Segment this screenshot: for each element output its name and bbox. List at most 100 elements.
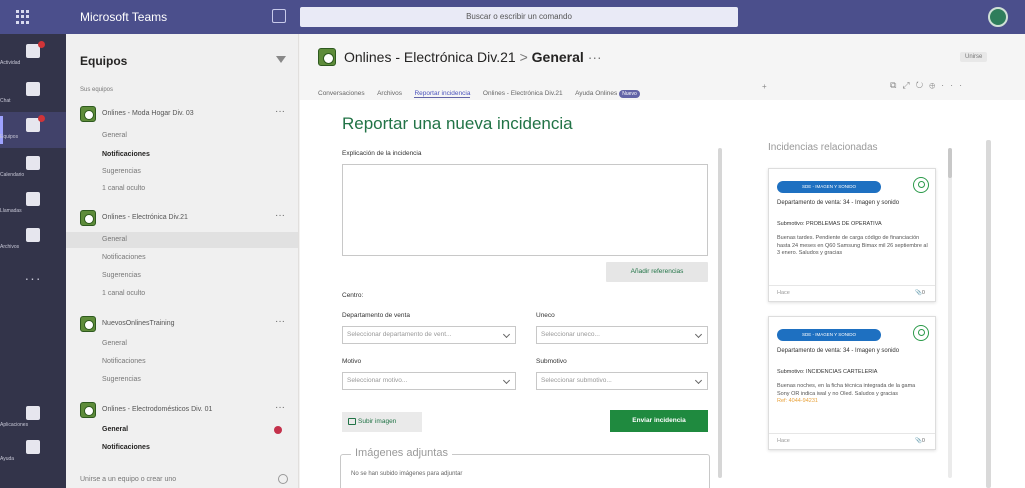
bell-icon <box>26 41 45 58</box>
channel-item[interactable]: Sugerencias <box>102 376 141 383</box>
more-options-icon[interactable]: ··· <box>275 210 285 221</box>
team-logo-icon <box>80 402 96 418</box>
attached-images-legend: Imágenes adjuntas <box>351 447 452 459</box>
tab-team-site[interactable]: Onlines - Electrónica Div.21 <box>483 90 563 97</box>
channel-item[interactable]: Notificaciones <box>102 358 146 365</box>
dept-select[interactable]: Seleccionar departamento de vent... <box>342 326 516 344</box>
channel-item[interactable]: Sugerencias <box>102 272 141 279</box>
related-card[interactable]: SDE - IMAGEN Y SONIDO Departamento de ve… <box>768 168 936 302</box>
channel-item[interactable]: General <box>102 132 127 139</box>
explanation-label: Explicación de la incidencia <box>342 150 422 157</box>
hidden-channels-link[interactable]: 1 canal oculto <box>102 290 145 297</box>
files-icon <box>26 228 40 242</box>
compose-icon[interactable] <box>272 9 286 23</box>
dept-label: Departamento de venta <box>342 312 410 319</box>
team-logo-icon <box>80 106 96 122</box>
uneco-select[interactable]: Seleccionar uneco... <box>536 326 708 344</box>
rail-item-teams[interactable]: Equipos <box>0 112 66 148</box>
channel-item-active[interactable]: General <box>66 232 298 248</box>
related-card[interactable]: SDE - IMAGEN Y SONIDO Departamento de ve… <box>768 316 936 450</box>
channel-item[interactable]: Notificaciones <box>102 151 150 158</box>
rail-item-help[interactable]: Ayuda <box>0 434 66 470</box>
team-item[interactable]: Onlines - Electrodomésticos Div. 01 ··· <box>80 402 290 420</box>
tab-conversations[interactable]: Conversaciones <box>318 90 365 97</box>
chevron-down-icon <box>694 330 703 339</box>
rail-item-activity[interactable]: Actividad <box>0 38 66 74</box>
channel-item[interactable]: General <box>102 426 128 433</box>
apps-icon <box>26 406 40 420</box>
chevron-down-icon <box>502 376 511 385</box>
chat-icon <box>26 82 40 96</box>
add-references-button[interactable]: Añadir referencias <box>606 262 708 282</box>
tab-help[interactable]: Ayuda Onlines Nuevo <box>575 90 640 98</box>
rail-item-chat[interactable]: Chat <box>0 76 66 112</box>
form-title: Reportar una nueva incidencia <box>342 114 573 133</box>
category-badge: SDE - IMAGEN Y SONIDO <box>777 181 881 193</box>
team-item[interactable]: Onlines - Moda Hogar Div. 03 ··· <box>80 106 290 124</box>
more-options-icon[interactable]: ··· <box>275 106 285 117</box>
team-logo-icon <box>80 316 96 332</box>
form-scrollbar[interactable] <box>718 148 722 478</box>
channel-item[interactable]: Notificaciones <box>102 254 146 261</box>
team-item[interactable]: Onlines - Electrónica Div.21 ··· <box>80 210 290 228</box>
motivo-select[interactable]: Seleccionar motivo... <box>342 372 516 390</box>
channel-item[interactable]: Notificaciones <box>102 444 150 451</box>
more-options-icon[interactable]: ··· <box>275 402 285 413</box>
submotivo-label: Submotivo <box>536 358 567 365</box>
app-rail: Actividad Chat Equipos Calendario Llamad… <box>0 34 66 488</box>
main-area: Onlines - Electrónica Div.21 > General ·… <box>300 34 1025 488</box>
gear-icon[interactable] <box>278 474 288 484</box>
join-team-link[interactable]: Unirse a un equipo o crear uno <box>80 476 176 483</box>
attachment-count: 📎0 <box>915 290 925 296</box>
app-launcher-icon[interactable] <box>16 10 30 24</box>
alert-icon <box>274 426 282 434</box>
avatar[interactable] <box>988 7 1008 27</box>
attached-images-empty: No se han subido imágenes para adjuntar <box>351 471 463 477</box>
title-bar: Microsoft Teams Buscar o escribir un com… <box>0 0 1025 34</box>
rail-item-calls[interactable]: Llamadas <box>0 186 66 222</box>
related-panel: Incidencias relacionadas SDE - IMAGEN Y … <box>750 100 972 488</box>
related-scroll-track[interactable] <box>948 148 952 478</box>
tab-files[interactable]: Archivos <box>377 90 402 97</box>
related-title: Incidencias relacionadas <box>768 142 878 153</box>
section-label: Sus equipos <box>80 87 114 93</box>
team-logo-icon <box>318 48 336 66</box>
chevron-down-icon <box>694 376 703 385</box>
hidden-channels-link[interactable]: 1 canal oculto <box>102 185 145 192</box>
tab-report-incident[interactable]: Reportar incidencia <box>414 90 471 98</box>
rail-item-files[interactable]: Archivos <box>0 222 66 258</box>
upload-image-button[interactable]: Subir imagen <box>342 412 422 432</box>
new-badge: Nuevo <box>619 90 640 98</box>
more-apps-icon[interactable]: ··· <box>0 270 66 286</box>
related-scrollbar[interactable] <box>948 148 952 178</box>
header-actions[interactable]: ⧉⤢↻⊕··· <box>890 80 968 91</box>
team-item[interactable]: NuevosOnlinesTraining ··· <box>80 316 290 334</box>
submotivo-select[interactable]: Seleccionar submotivo... <box>536 372 708 390</box>
app-name: Microsoft Teams <box>80 10 168 24</box>
team-logo-icon <box>80 210 96 226</box>
teams-panel: Equipos Sus equipos Onlines - Moda Hogar… <box>66 34 299 488</box>
add-tab-icon[interactable]: + <box>762 82 767 91</box>
search-input[interactable]: Buscar o escribir un comando <box>300 7 738 27</box>
channel-item[interactable]: General <box>102 340 127 347</box>
page-title: Onlines - Electrónica Div.21 > General ·… <box>344 49 602 65</box>
explanation-textarea[interactable] <box>342 164 708 256</box>
rail-item-apps[interactable]: Aplicaciones <box>0 400 66 436</box>
more-options-icon[interactable]: ··· <box>275 316 285 327</box>
category-badge: SDE - IMAGEN Y SONIDO <box>777 329 881 341</box>
rail-item-calendar[interactable]: Calendario <box>0 150 66 186</box>
teams-icon <box>26 115 45 132</box>
teams-header: Equipos <box>80 54 128 68</box>
channel-tabs: Conversaciones Archivos Reportar inciden… <box>318 82 648 98</box>
attachment-count: 📎0 <box>915 438 925 444</box>
main-scrollbar[interactable] <box>986 140 991 488</box>
centro-label: Centro: <box>342 292 364 299</box>
status-icon <box>913 177 929 193</box>
send-incident-button[interactable]: Enviar incidencia <box>610 410 708 432</box>
join-button[interactable]: Unirse <box>960 52 988 62</box>
uneco-label: Uneco <box>536 312 555 319</box>
channel-item[interactable]: Sugerencias <box>102 168 141 175</box>
chevron-down-icon <box>502 330 511 339</box>
help-icon <box>26 440 40 454</box>
filter-icon[interactable] <box>276 56 286 63</box>
